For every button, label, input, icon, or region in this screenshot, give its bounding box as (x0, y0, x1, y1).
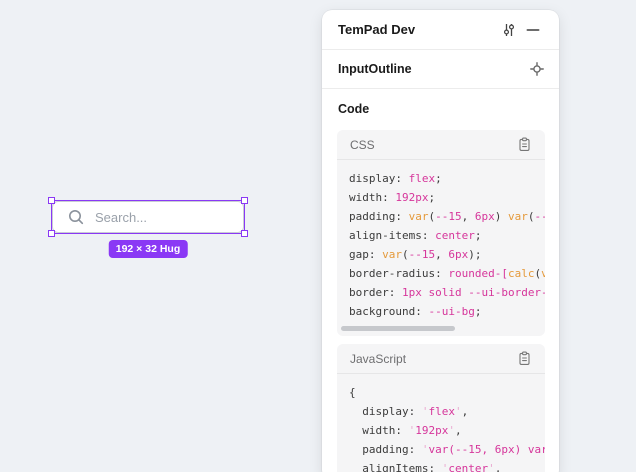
code-line: border: 1px solid --ui-border- (349, 283, 545, 302)
selection-handle-bottom-right[interactable] (241, 230, 248, 237)
tempad-dev-plugin-panel: TemPad Dev InputOutline (322, 10, 559, 472)
css-code-block: CSS display: flex;width: 192px;padding: … (337, 130, 545, 336)
javascript-code[interactable]: { display: 'flex', width: '192px', paddi… (337, 374, 545, 472)
code-line: display: 'flex', (349, 402, 545, 421)
code-line: alignItems: 'center', (349, 459, 545, 472)
figma-canvas: { "canvas": { "search_input": { "placeho… (0, 0, 636, 472)
code-section-label: Code (338, 102, 545, 116)
code-line: { (349, 383, 545, 402)
settings-sliders-button[interactable] (497, 18, 521, 42)
clipboard-icon (518, 137, 531, 152)
selection-handle-bottom-left[interactable] (48, 230, 55, 237)
code-line: border-radius: rounded-[calc(v (349, 264, 545, 283)
search-placeholder: Search... (95, 210, 147, 225)
javascript-block-header: JavaScript (337, 344, 545, 374)
code-line: width: '192px', (349, 421, 545, 440)
css-code[interactable]: display: flex;width: 192px;padding: var(… (337, 160, 545, 321)
css-block-label: CSS (350, 138, 512, 152)
javascript-code-block: JavaScript { display: 'flex', width: '19… (337, 344, 545, 472)
code-line: background: --ui-bg; (349, 302, 545, 321)
copy-javascript-button[interactable] (512, 347, 536, 371)
locate-node-button[interactable] (525, 57, 549, 81)
minimize-icon (526, 23, 540, 37)
code-line: gap: var(--15, 6px); (349, 245, 545, 264)
copy-css-button[interactable] (512, 133, 536, 157)
code-line: padding: var(--15, 6px) var(-- (349, 207, 545, 226)
clipboard-icon (518, 351, 531, 366)
selected-node-row: InputOutline (322, 50, 559, 89)
crosshair-icon (530, 62, 544, 76)
sliders-icon (501, 22, 517, 38)
plugin-title: TemPad Dev (338, 22, 497, 37)
plugin-header: TemPad Dev (322, 10, 559, 50)
selected-component: Search... 192 × 32 Hug (52, 201, 244, 233)
minimize-button[interactable] (521, 18, 545, 42)
size-badge: 192 × 32 Hug (109, 240, 188, 258)
search-icon (67, 208, 85, 226)
selected-node-name: InputOutline (338, 62, 525, 76)
css-block-header: CSS (337, 130, 545, 160)
javascript-block-label: JavaScript (350, 352, 512, 366)
code-line: display: flex; (349, 169, 545, 188)
code-line: width: 192px; (349, 188, 545, 207)
horizontal-scrollbar-thumb[interactable] (341, 326, 455, 331)
code-line: padding: 'var(--15, 6px) var (349, 440, 545, 459)
code-line: align-items: center; (349, 226, 545, 245)
selection-handle-top-right[interactable] (241, 197, 248, 204)
search-input[interactable]: Search... (52, 201, 244, 233)
code-section: Code CSS display: flex;width: 192px (322, 89, 559, 472)
selection-handle-top-left[interactable] (48, 197, 55, 204)
